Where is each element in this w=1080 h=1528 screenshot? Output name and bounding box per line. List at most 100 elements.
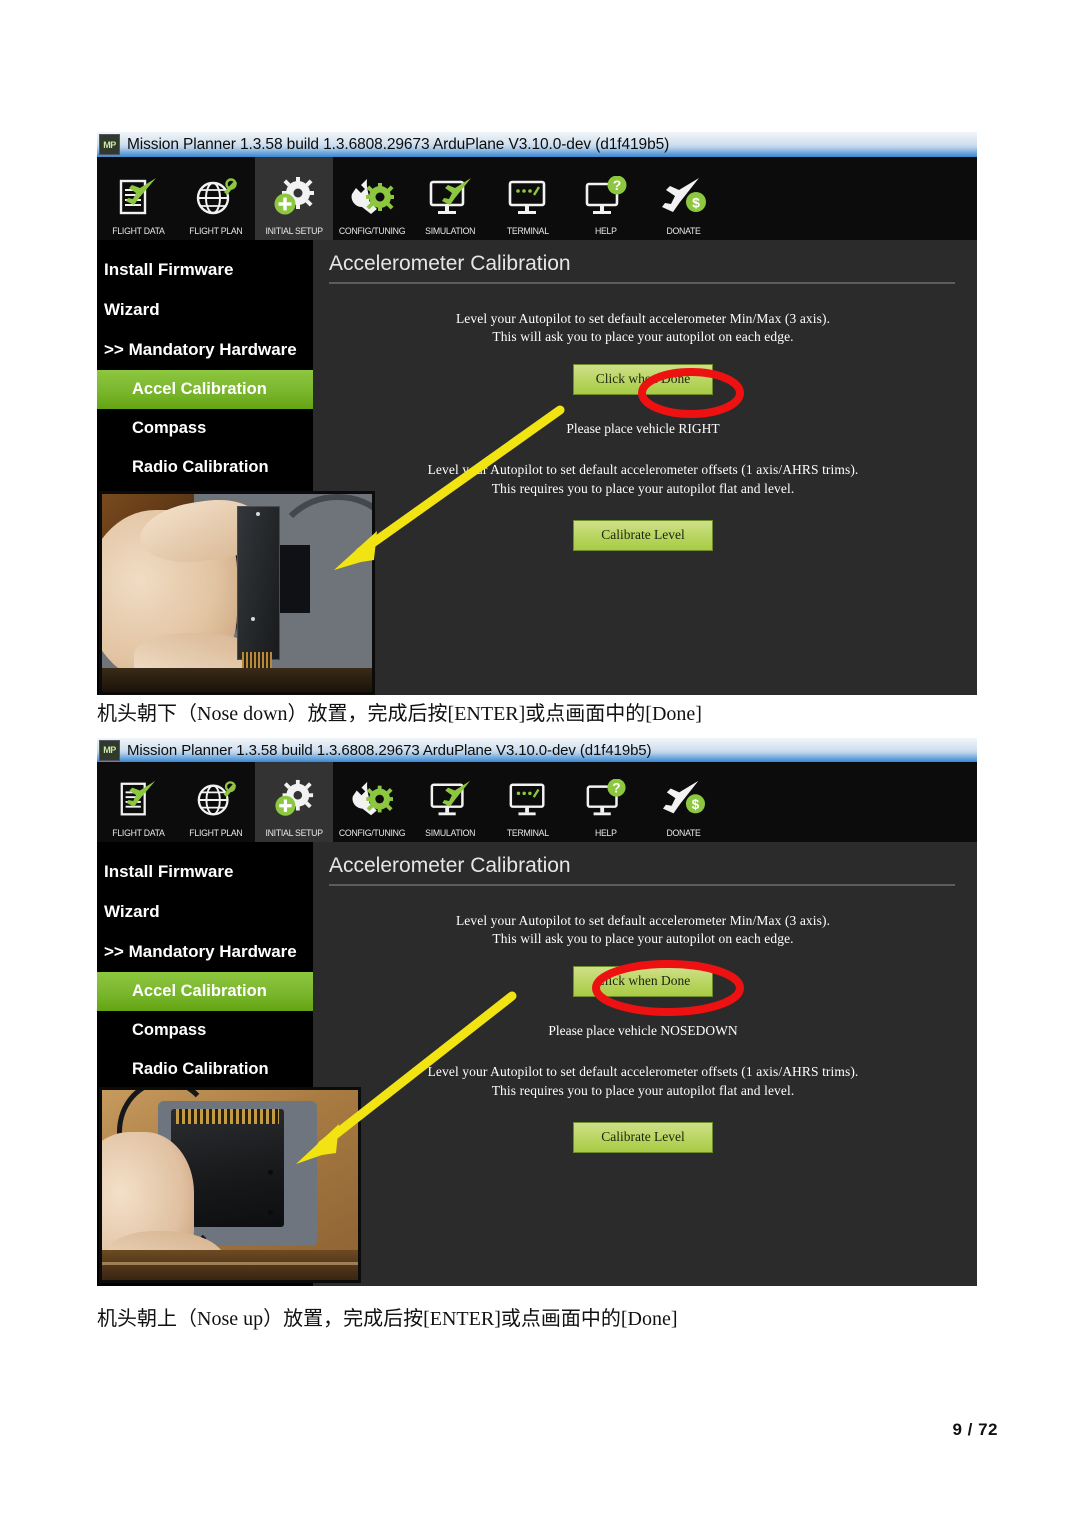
toolbar-button-donate[interactable]: $ DONATE [645, 762, 723, 842]
simulation-icon [420, 172, 480, 224]
help-icon: ? [576, 774, 636, 826]
toolbar-button-help[interactable]: ? HELP [567, 762, 645, 842]
instruction-line: This requires you to place your autopilo… [491, 1082, 795, 1098]
main-toolbar: FLIGHT DATA FLIGHT PLAN INITIAL SETUP CO… [97, 762, 977, 842]
toolbar-button-donate[interactable]: $ DONATE [645, 157, 723, 240]
instruction-line: This will ask you to place your autopilo… [492, 329, 794, 345]
toolbar-button-help[interactable]: ? HELP [567, 157, 645, 240]
toolbar-button-simulation[interactable]: SIMULATION [411, 762, 489, 842]
toolbar-label: TERMINAL [506, 828, 549, 839]
click-when-done-button[interactable]: Click when Done [573, 364, 713, 396]
initial-setup-icon [264, 172, 324, 224]
simulation-icon [420, 774, 480, 826]
toolbar-label: DONATE [666, 828, 702, 839]
instruction-line: Level your Autopilot to set default acce… [427, 1064, 859, 1080]
instruction-paragraph-1: Level your Autopilot to set default acce… [327, 310, 959, 346]
sidebar-item-radio-calibration[interactable]: Radio Calibration [97, 448, 313, 487]
sidebar-item-radio-calibration[interactable]: Radio Calibration [97, 1050, 313, 1089]
instruction-line: This requires you to place your autopilo… [491, 480, 795, 496]
flight-plan-icon [186, 172, 246, 224]
click-when-done-button[interactable]: Click when Done [573, 966, 713, 998]
instruction-line: Level your Autopilot to set default acce… [427, 462, 859, 478]
toolbar-label: CONFIG/TUNING [338, 828, 406, 839]
instruction-line: This will ask you to place your autopilo… [492, 931, 794, 947]
main-toolbar: FLIGHT DATA FLIGHT PLAN INITIAL SETUP CO… [97, 157, 977, 240]
app-icon: MP [99, 739, 120, 761]
page-title: Accelerometer Calibration [329, 252, 571, 275]
toolbar-label: FLIGHT DATA [111, 226, 165, 237]
page-title: Accelerometer Calibration [329, 854, 571, 877]
calibration-status-text: Please place vehicle RIGHT [566, 421, 720, 437]
window-title: Mission Planner 1.3.58 build 1.3.6808.29… [127, 135, 670, 153]
caption-nose-down: 机头朝下（Nose down）放置，完成后按[ENTER]或点画面中的[Done… [97, 703, 702, 725]
accel-calibration-pane: Accelerometer Calibration Level your Aut… [313, 842, 977, 1286]
sidebar-item-accel-calibration[interactable]: Accel Calibration [97, 370, 329, 412]
flight-plan-icon [186, 774, 246, 826]
toolbar-label: HELP [595, 226, 617, 237]
instruction-line: Level your Autopilot to set default acce… [455, 913, 831, 928]
sidebar-item-install-firmware[interactable]: Install Firmware [97, 852, 313, 892]
app-icon: MP [99, 134, 120, 155]
instruction-paragraph-2: Level your Autopilot to set default acce… [327, 1063, 959, 1099]
caption-nose-up: 机头朝上（Nose up）放置，完成后按[ENTER]或点画面中的[Done] [97, 1308, 678, 1330]
toolbar-label: INITIAL SETUP [265, 828, 323, 839]
calibration-status-text: Please place vehicle NOSEDOWN [548, 1023, 738, 1039]
svg-text:$: $ [692, 797, 700, 812]
toolbar-label: HELP [595, 828, 617, 839]
sidebar-item-mandatory-hardware[interactable]: >> Mandatory Hardware [97, 330, 313, 370]
toolbar-label: FLIGHT PLAN [189, 828, 243, 839]
svg-text:?: ? [612, 780, 620, 795]
sidebar-item-compass[interactable]: Compass [97, 409, 313, 448]
page-number: 9 / 72 [952, 1420, 998, 1439]
toolbar-label: DONATE [666, 226, 702, 237]
toolbar-label: FLIGHT PLAN [189, 226, 243, 237]
accel-calibration-pane: Accelerometer Calibration Level your Aut… [313, 240, 977, 695]
title-divider [329, 282, 955, 284]
toolbar-label: SIMULATION [424, 226, 475, 237]
donate-icon: $ [654, 774, 714, 826]
flight-data-icon [108, 774, 168, 826]
toolbar-button-flight-data[interactable]: FLIGHT DATA [99, 157, 177, 240]
title-bar: MP Mission Planner 1.3.58 build 1.3.6808… [97, 132, 977, 157]
toolbar-button-initial-setup[interactable]: INITIAL SETUP [255, 762, 333, 842]
donate-icon: $ [654, 172, 714, 224]
toolbar-label: SIMULATION [424, 828, 475, 839]
sidebar-item-accel-calibration[interactable]: Accel Calibration [97, 972, 329, 1014]
calibrate-level-button[interactable]: Calibrate Level [573, 1121, 713, 1153]
terminal-icon [498, 172, 558, 224]
toolbar-button-flight-plan[interactable]: FLIGHT PLAN [177, 762, 255, 842]
sidebar-item-wizard[interactable]: Wizard [97, 290, 313, 330]
reference-photo-nose-up [99, 1087, 361, 1283]
toolbar-label: INITIAL SETUP [265, 226, 323, 237]
title-bar: MP Mission Planner 1.3.58 build 1.3.6808… [97, 738, 977, 762]
svg-text:?: ? [613, 177, 622, 193]
toolbar-label: CONFIG/TUNING [338, 226, 406, 237]
title-divider [329, 884, 955, 886]
document-page: MP Mission Planner 1.3.58 build 1.3.6808… [0, 0, 1080, 1528]
calibrate-level-button[interactable]: Calibrate Level [573, 519, 713, 551]
toolbar-button-config-tuning[interactable]: CONFIG/TUNING [333, 762, 411, 842]
sidebar-item-compass[interactable]: Compass [97, 1011, 313, 1050]
toolbar-button-terminal[interactable]: TERMINAL [489, 762, 567, 842]
help-icon: ? [576, 172, 636, 224]
toolbar-button-initial-setup[interactable]: INITIAL SETUP [255, 157, 333, 240]
toolbar-button-config-tuning[interactable]: CONFIG/TUNING [333, 157, 411, 240]
toolbar-button-flight-plan[interactable]: FLIGHT PLAN [177, 157, 255, 240]
config-tuning-icon [342, 774, 402, 826]
instruction-paragraph-1: Level your Autopilot to set default acce… [327, 912, 959, 948]
sidebar-item-install-firmware[interactable]: Install Firmware [97, 250, 313, 290]
config-tuning-icon [342, 172, 402, 224]
initial-setup-icon [264, 774, 324, 826]
terminal-icon [498, 774, 558, 826]
sidebar-item-wizard[interactable]: Wizard [97, 892, 313, 932]
instruction-line: Level your Autopilot to set default acce… [455, 311, 831, 326]
toolbar-button-simulation[interactable]: SIMULATION [411, 157, 489, 240]
toolbar-label: FLIGHT DATA [111, 828, 165, 839]
sidebar-item-mandatory-hardware[interactable]: >> Mandatory Hardware [97, 932, 313, 972]
svg-text:$: $ [692, 195, 700, 211]
toolbar-button-terminal[interactable]: TERMINAL [489, 157, 567, 240]
toolbar-button-flight-data[interactable]: FLIGHT DATA [99, 762, 177, 842]
flight-data-icon [108, 172, 168, 224]
instruction-paragraph-2: Level your Autopilot to set default acce… [327, 461, 959, 497]
toolbar-label: TERMINAL [506, 226, 549, 237]
